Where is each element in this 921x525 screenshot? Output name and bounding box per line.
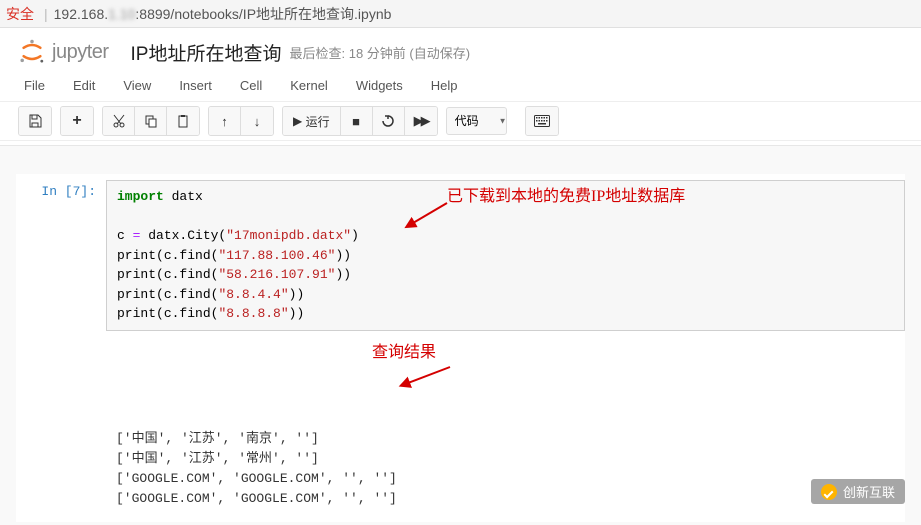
fast-forward-icon: ▶▶ <box>414 113 428 129</box>
arrow-up-icon: ↑ <box>221 114 228 129</box>
menu-view[interactable]: View <box>123 78 151 93</box>
code-line: print(c.find("8.8.4.4")) <box>117 285 894 305</box>
output-area: 查询结果 ['中国', '江苏', '南京', '']['中国', '江苏', … <box>106 343 905 516</box>
menu-kernel[interactable]: Kernel <box>290 78 328 93</box>
code-line: print(c.find("117.88.100.46")) <box>117 246 894 266</box>
watermark: 创新互联 <box>811 479 905 504</box>
move-down-button[interactable]: ↓ <box>241 107 273 135</box>
menu-cell[interactable]: Cell <box>240 78 262 93</box>
input-prompt: In [7]: <box>16 180 106 331</box>
stop-button[interactable]: ■ <box>341 107 373 135</box>
toolbar: + ↑ ↓ ▶ 运行 ■ ▶▶ 代码 <box>0 102 921 141</box>
url-text[interactable]: 192.168.1.10:8899/notebooks/IP地址所在地查询.ip… <box>54 4 392 24</box>
stop-icon: ■ <box>352 114 360 129</box>
annotation-db-label: 已下载到本地的免费IP地址数据库 <box>447 185 685 209</box>
code-cell[interactable]: In [7]: 已下载到本地的免费IP地址数据库 import datx c =… <box>16 174 905 337</box>
output-line: ['GOOGLE.COM', 'GOOGLE.COM', '', ''] <box>116 469 895 489</box>
menu-file[interactable]: File <box>24 78 45 93</box>
cut-button[interactable] <box>103 107 135 135</box>
menu-bar: File Edit View Insert Cell Kernel Widgets Help <box>0 72 921 102</box>
command-palette-button[interactable] <box>526 107 558 135</box>
move-up-button[interactable]: ↑ <box>209 107 241 135</box>
output-cell: . 查询结果 ['中国', '江苏', '南京', '']['中国', '江苏'… <box>16 337 905 522</box>
restart-button[interactable] <box>373 107 405 135</box>
code-line: print(c.find("58.216.107.91")) <box>117 265 894 285</box>
scissors-icon <box>112 114 126 128</box>
notebook-container: In [7]: 已下载到本地的免费IP地址数据库 import datx c =… <box>0 145 921 525</box>
output-line: ['中国', '江苏', '南京', ''] <box>116 429 895 449</box>
arrow-down-icon: ↓ <box>254 114 261 129</box>
menu-insert[interactable]: Insert <box>179 78 212 93</box>
output-line: ['GOOGLE.COM', 'GOOGLE.COM', '', ''] <box>116 489 895 509</box>
jupyter-logo[interactable]: jupyter <box>18 38 109 66</box>
menu-help[interactable]: Help <box>431 78 458 93</box>
menu-widgets[interactable]: Widgets <box>356 78 403 93</box>
plus-icon: + <box>72 112 81 130</box>
notebook-title[interactable]: IP地址所在地查询 <box>131 39 282 66</box>
run-button[interactable]: ▶ 运行 <box>283 107 341 135</box>
output-line: ['中国', '江苏', '常州', ''] <box>116 449 895 469</box>
copy-icon <box>144 114 158 128</box>
paste-button[interactable] <box>167 107 199 135</box>
annotation-arrow-1 <box>407 201 457 238</box>
code-line <box>117 207 894 227</box>
code-line: print(c.find("8.8.8.8")) <box>117 304 894 324</box>
restart-icon <box>381 114 395 128</box>
celltype-select[interactable]: 代码 <box>446 107 507 135</box>
keyboard-icon <box>534 115 550 127</box>
restart-run-all-button[interactable]: ▶▶ <box>405 107 437 135</box>
save-icon <box>28 114 42 128</box>
watermark-text: 创新互联 <box>843 482 895 501</box>
run-icon: ▶ <box>293 114 302 128</box>
run-label: 运行 <box>306 113 330 130</box>
watermark-icon <box>821 484 837 500</box>
jupyter-icon <box>18 38 46 66</box>
code-input-area[interactable]: 已下载到本地的免费IP地址数据库 import datx c = datx.Ci… <box>106 180 905 331</box>
menu-edit[interactable]: Edit <box>73 78 95 93</box>
copy-button[interactable] <box>135 107 167 135</box>
add-cell-button[interactable]: + <box>61 107 93 135</box>
notebook-header: jupyter IP地址所在地查询 最后检查: 18 分钟前 (自动保存) <box>0 28 921 72</box>
save-button[interactable] <box>19 107 51 135</box>
paste-icon <box>176 114 190 128</box>
separator: | <box>44 6 48 22</box>
security-warning: 安全 <box>6 4 34 24</box>
address-bar: 安全 | 192.168.1.10:8899/notebooks/IP地址所在地… <box>0 0 921 28</box>
checkpoint-status: 最后检查: 18 分钟前 (自动保存) <box>289 43 470 62</box>
jupyter-logo-text: jupyter <box>52 41 109 64</box>
code-line: c = datx.City("17monipdb.datx") <box>117 226 894 246</box>
annotation-arrow-2 <box>324 343 458 416</box>
